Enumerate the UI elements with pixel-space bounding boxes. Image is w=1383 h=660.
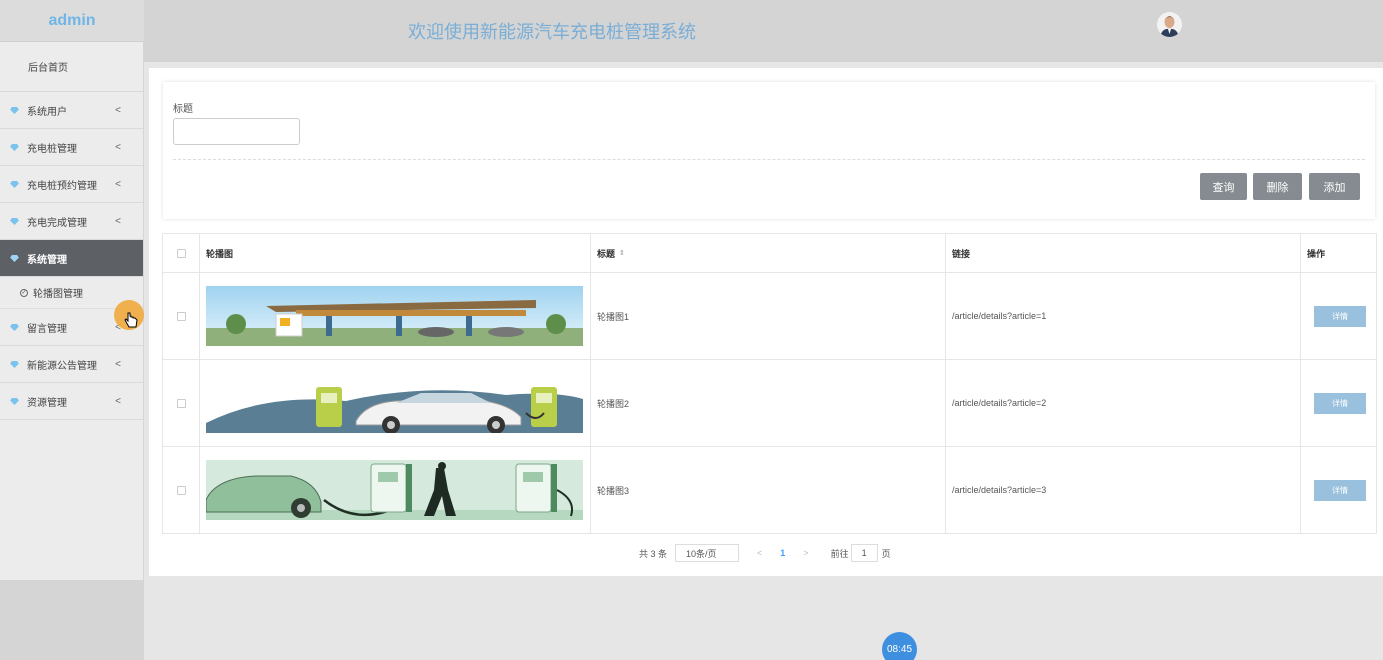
sort-icon[interactable]: ⇕ bbox=[619, 249, 625, 257]
page-size-select[interactable]: 10条/页 bbox=[675, 544, 740, 562]
goto-page-input[interactable]: 1 bbox=[850, 544, 878, 562]
search-title-label: 标题 bbox=[173, 104, 193, 115]
title-cell: 轮播图1 bbox=[591, 273, 946, 359]
row-select-cell bbox=[163, 360, 200, 446]
brand-logo: admin bbox=[0, 0, 144, 42]
sidebar-item-announcements[interactable]: 新能源公告管理 < bbox=[0, 346, 143, 383]
sidebar-item-system-management[interactable]: 系统管理 bbox=[0, 240, 143, 277]
sidebar-item-label: 系统用户 bbox=[27, 106, 67, 118]
cursor-highlight bbox=[114, 300, 144, 330]
actions-cell: 详情 bbox=[1301, 273, 1376, 359]
diamond-icon bbox=[10, 323, 19, 331]
sidebar-item-label: 资源管理 bbox=[27, 397, 67, 409]
sidebar-item-label: 充电桩预约管理 bbox=[27, 180, 97, 192]
sidebar-item-charger[interactable]: 充电桩管理 < bbox=[0, 129, 143, 166]
table-row: 轮播图2 /article/details?article=2 详情 bbox=[163, 360, 1376, 447]
detail-button[interactable]: 详情 bbox=[1314, 392, 1366, 414]
image-cell bbox=[200, 360, 591, 446]
avatar[interactable] bbox=[1157, 12, 1182, 37]
search-panel: 标题 查询 删除 添加 bbox=[163, 82, 1375, 219]
query-button[interactable]: 查询 bbox=[1200, 173, 1247, 200]
diamond-icon bbox=[10, 180, 19, 188]
page-number-current[interactable]: 1 bbox=[780, 548, 785, 558]
sidebar-item-home[interactable]: 后台首页 bbox=[0, 42, 143, 92]
column-header-label: 标题 bbox=[597, 248, 616, 259]
row-checkbox[interactable] bbox=[176, 398, 186, 408]
link-cell: /article/details?article=2 bbox=[946, 360, 1301, 446]
user-avatar-icon bbox=[1157, 12, 1182, 37]
sidebar-item-label: 留言管理 bbox=[27, 323, 67, 335]
circle-check-icon: ✓ bbox=[20, 288, 28, 297]
diamond-icon bbox=[10, 397, 19, 405]
image-cell bbox=[200, 447, 591, 533]
diamond-icon bbox=[10, 254, 19, 262]
diamond-icon bbox=[10, 360, 19, 368]
top-header: 欢迎使用新能源汽车充电桩管理系统 bbox=[144, 0, 1383, 62]
submenu-item-label: 轮播图管理 bbox=[33, 289, 83, 300]
link-cell: /article/details?article=3 bbox=[946, 447, 1301, 533]
prev-page-button[interactable]: < bbox=[757, 548, 762, 558]
chevron-left-icon: < bbox=[115, 178, 121, 190]
hand-pointer-icon bbox=[124, 312, 138, 328]
chevron-left-icon: < bbox=[115, 358, 121, 370]
title-cell: 轮播图2 bbox=[591, 360, 946, 446]
chevron-left-icon: < bbox=[115, 141, 121, 153]
column-header-title[interactable]: 标题 ⇕ bbox=[591, 234, 946, 272]
row-select-cell bbox=[163, 273, 200, 359]
actions-cell: 详情 bbox=[1301, 447, 1376, 533]
chevron-left-icon: < bbox=[115, 395, 121, 407]
main-content: 标题 查询 删除 添加 轮播图 标题 ⇕ 链接 操作 轮播图1 /article… bbox=[149, 68, 1383, 576]
sidebar-item-label: 新能源公告管理 bbox=[27, 360, 97, 372]
sidebar-item-charger-booking[interactable]: 充电桩预约管理 < bbox=[0, 166, 143, 203]
image-cell bbox=[200, 273, 591, 359]
search-title-input[interactable] bbox=[173, 118, 300, 145]
sidebar-item-label: 系统管理 bbox=[27, 254, 67, 266]
pagination: 共 3 条 10条/页 < 1 > 前往 1 页 bbox=[639, 544, 891, 562]
select-all-cell bbox=[163, 234, 200, 272]
row-checkbox[interactable] bbox=[176, 485, 186, 495]
column-header-link: 链接 bbox=[946, 234, 1301, 272]
table-row: 轮播图1 /article/details?article=1 详情 bbox=[163, 273, 1376, 360]
page-title: 欢迎使用新能源汽车充电桩管理系统 bbox=[408, 22, 696, 42]
diamond-icon bbox=[10, 217, 19, 225]
timer-badge: 08:45 bbox=[882, 632, 917, 660]
sidebar: admin 后台首页 系统用户 < 充电桩管理 < 充电桩预约管理 < 充电完成… bbox=[0, 0, 144, 660]
row-select-cell bbox=[163, 447, 200, 533]
divider bbox=[173, 159, 1365, 160]
table-row: 轮播图3 /article/details?article=3 详情 bbox=[163, 447, 1376, 533]
diamond-icon bbox=[10, 106, 19, 114]
carousel-image-charging-station bbox=[206, 286, 583, 346]
goto-suffix: 页 bbox=[881, 548, 891, 559]
carousel-table: 轮播图 标题 ⇕ 链接 操作 轮播图1 /article/details?art… bbox=[162, 233, 1377, 534]
carousel-image-green-car-charging bbox=[206, 460, 583, 520]
sidebar-item-label: 充电桩管理 bbox=[27, 143, 77, 155]
detail-button[interactable]: 详情 bbox=[1314, 479, 1366, 501]
diamond-icon bbox=[10, 143, 19, 151]
select-all-checkbox[interactable] bbox=[176, 248, 186, 258]
column-header-actions: 操作 bbox=[1307, 248, 1326, 259]
carousel-image-car-charging bbox=[206, 373, 583, 433]
sidebar-item-label: 充电完成管理 bbox=[27, 217, 87, 229]
goto-label: 前往 bbox=[830, 548, 849, 559]
sidebar-item-resources[interactable]: 资源管理 < bbox=[0, 383, 143, 420]
link-cell: /article/details?article=1 bbox=[946, 273, 1301, 359]
table-header-row: 轮播图 标题 ⇕ 链接 操作 bbox=[163, 234, 1376, 273]
add-button[interactable]: 添加 bbox=[1309, 173, 1360, 200]
column-header-image: 轮播图 bbox=[200, 234, 591, 272]
title-cell: 轮播图3 bbox=[591, 447, 946, 533]
actions-cell: 详情 bbox=[1301, 360, 1376, 446]
delete-button[interactable]: 删除 bbox=[1253, 173, 1302, 200]
pagination-total: 共 3 条 bbox=[639, 548, 668, 559]
sidebar-item-charge-complete[interactable]: 充电完成管理 < bbox=[0, 203, 143, 240]
sidebar-item-system-users[interactable]: 系统用户 < bbox=[0, 92, 143, 129]
row-checkbox[interactable] bbox=[176, 311, 186, 321]
chevron-left-icon: < bbox=[115, 104, 121, 116]
next-page-button[interactable]: > bbox=[803, 548, 808, 558]
detail-button[interactable]: 详情 bbox=[1314, 305, 1366, 327]
chevron-left-icon: < bbox=[115, 215, 121, 227]
